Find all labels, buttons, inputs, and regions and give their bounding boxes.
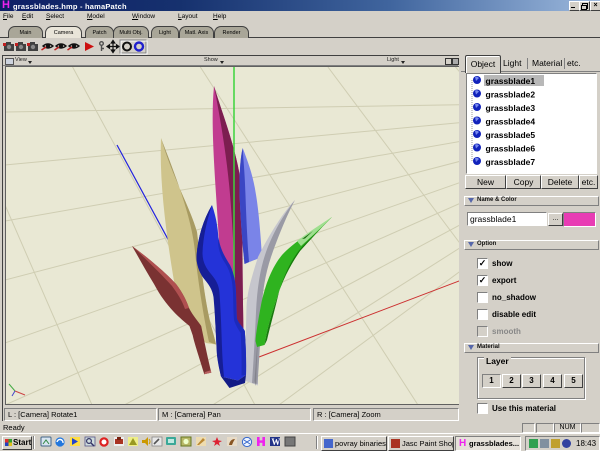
svg-text:grassblade1: grassblade1 xyxy=(486,76,536,86)
svg-text:grassblade2: grassblade2 xyxy=(486,90,536,100)
svg-text:grassblade3: grassblade3 xyxy=(486,103,536,113)
svg-text:grassblade7: grassblade7 xyxy=(486,157,536,167)
svg-text:grassblade5: grassblade5 xyxy=(486,130,536,140)
svg-text:grassblade6: grassblade6 xyxy=(486,144,536,154)
svg-text:W: W xyxy=(271,437,280,447)
svg-text:grassblade4: grassblade4 xyxy=(486,117,536,127)
